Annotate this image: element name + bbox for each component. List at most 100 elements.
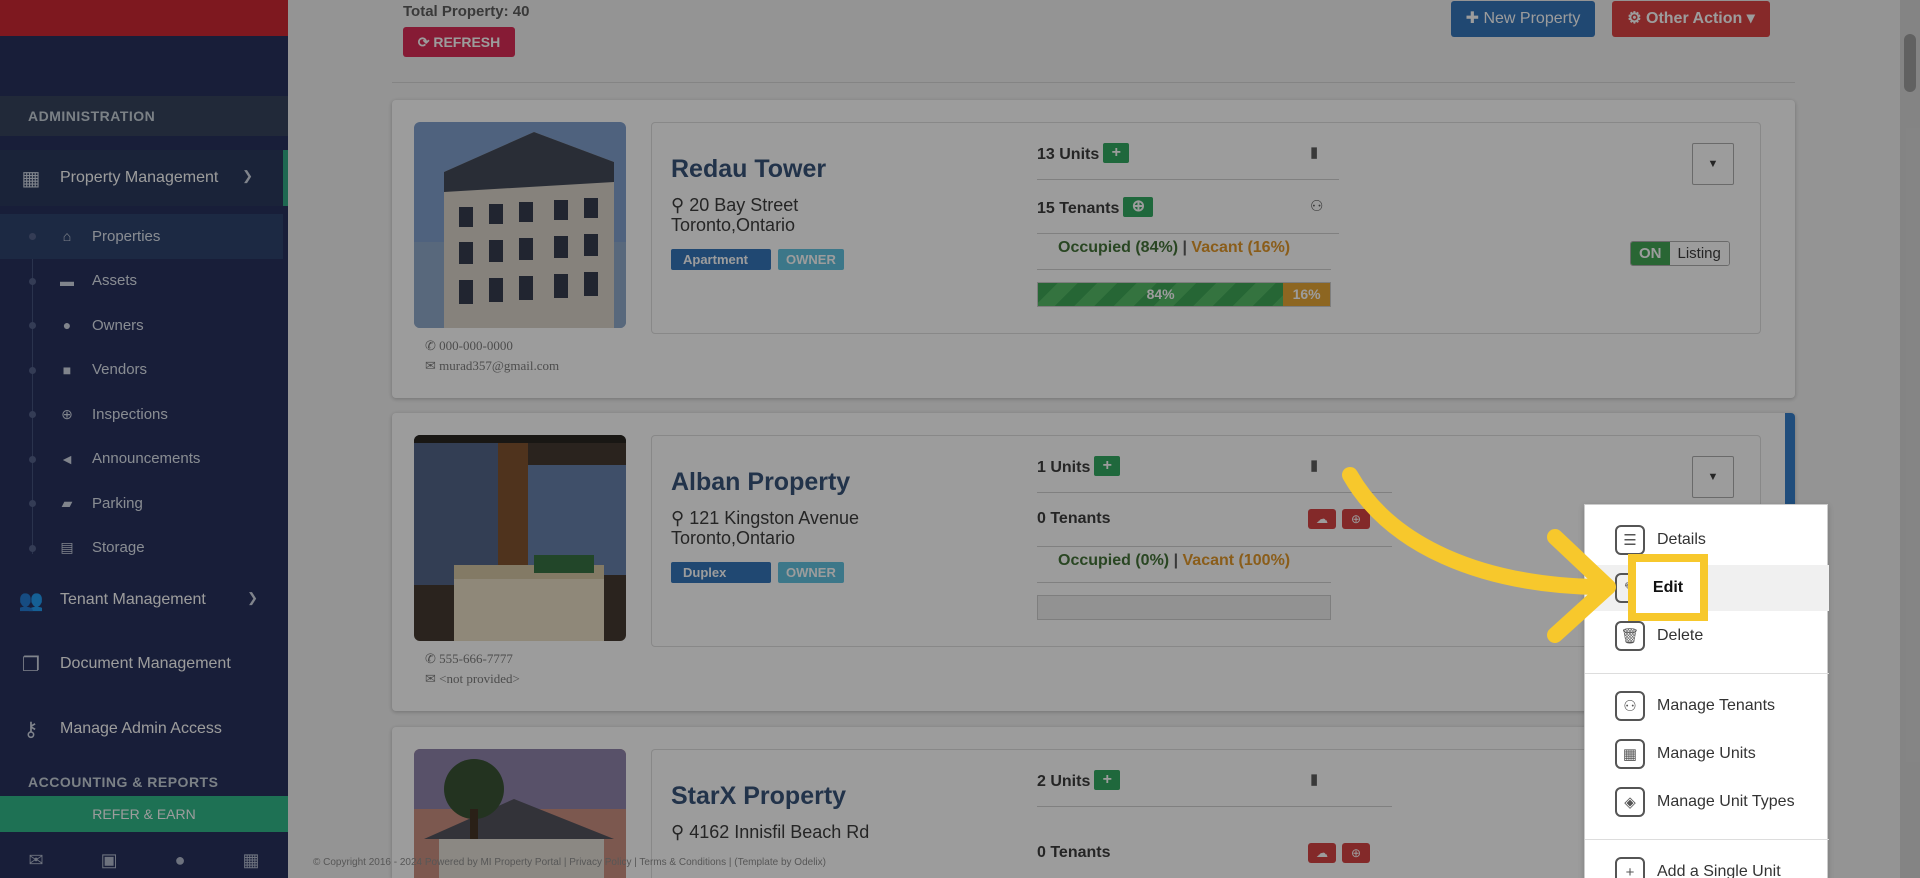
sidebar-item-assets[interactable]: ▬ Assets	[0, 259, 283, 304]
occupancy-text: Occupied (0%) | Vacant (100%)	[1058, 552, 1291, 569]
property-photo[interactable]	[414, 122, 626, 328]
units-count: 13 Units +	[1037, 143, 1130, 164]
add-unit-button[interactable]: +	[1094, 456, 1121, 476]
add-unit-button[interactable]: +	[1103, 143, 1130, 163]
edit-highlight[interactable]: Edit	[1628, 554, 1708, 621]
add-unit-button[interactable]: +	[1094, 770, 1121, 790]
nav-document-management-label: Document Management	[60, 655, 231, 672]
menu-item-add-single-unit[interactable]: + Add a Single Unit	[1585, 849, 1829, 878]
calculator-icon[interactable]: ▦	[242, 850, 259, 871]
units-count: 1 Units +	[1037, 456, 1121, 477]
chevron-down-icon: ❯	[242, 168, 253, 183]
menu-item-manage-tenants[interactable]: ⚇ Manage Tenants	[1585, 683, 1829, 729]
email: ✉ murad357@gmail.com	[425, 358, 560, 373]
nav-manage-admin-access[interactable]: ⚷ Manage Admin Access	[0, 701, 288, 757]
occupancy-text: Occupied (84%) | Vacant (16%)	[1058, 239, 1291, 256]
tenants-count: 15 Tenants ⊕	[1037, 197, 1154, 218]
sidebar-item-parking[interactable]: ▰ Parking	[0, 481, 283, 526]
caret-down-icon: ▾	[1742, 10, 1755, 27]
nav-tenant-management-label: Tenant Management	[60, 591, 206, 608]
property-actions-dropdown[interactable]: ▼	[1692, 456, 1734, 498]
accounting-heading: ACCOUNTING & REPORTS	[28, 774, 219, 790]
building-icon: ▮	[1310, 771, 1319, 788]
property-name[interactable]: StarX Property	[671, 782, 846, 811]
briefcase-icon[interactable]: ▣	[101, 850, 118, 871]
car-icon: ▰	[61, 494, 73, 511]
property-type-badge: Apartment	[671, 249, 771, 270]
nav-tenant-management[interactable]: 👥 Tenant Management ❯	[0, 572, 288, 628]
home-icon: ⌂	[62, 228, 72, 245]
user-icon: ●	[62, 317, 72, 334]
phone: ✆ 555-666-7777	[425, 651, 513, 666]
cube-icon: ◈	[1615, 787, 1645, 817]
user-icon[interactable]: ●	[175, 850, 186, 871]
sidebar-item-vendors[interactable]: ■ Vendors	[0, 348, 283, 393]
property-photo[interactable]	[414, 435, 626, 641]
sidebar-item-label: Properties	[92, 227, 161, 245]
map-marker-icon: ⚲	[671, 195, 690, 215]
caret-down-icon: ▼	[1707, 158, 1719, 170]
nav-manage-admin-access-label: Manage Admin Access	[60, 720, 222, 737]
refresh-icon: ⟳	[417, 34, 434, 50]
property-name[interactable]: Redau Tower	[671, 155, 826, 184]
add-tenant-button[interactable]: ⊕	[1123, 197, 1154, 217]
gear-icon: ⚙	[1627, 10, 1646, 27]
property-address: ⚲ 121 Kingston Avenue Toronto,Ontario	[671, 508, 860, 548]
footer: © Copyright 2016 - 2024 Powered by MI Pr…	[313, 857, 826, 868]
refer-earn-button[interactable]: REFER & EARN	[0, 796, 288, 832]
menu-item-manage-unit-types[interactable]: ◈ Manage Unit Types	[1585, 779, 1829, 825]
email: ✉ <not provided>	[425, 671, 520, 686]
refresh-label: REFRESH	[433, 34, 501, 50]
new-property-button[interactable]: ✚ New Property	[1451, 1, 1595, 37]
property-type-badge: Duplex	[671, 562, 771, 583]
menu-item-manage-units[interactable]: ▦ Manage Units	[1585, 731, 1829, 777]
building-icon: ▮	[1310, 457, 1319, 474]
property-address: ⚲ 20 Bay Street Toronto,Ontario	[671, 195, 799, 235]
sidebar-item-label: Parking	[92, 494, 143, 512]
plus-icon: ✚	[1465, 10, 1484, 27]
vacant-fill: 16%	[1283, 283, 1330, 306]
other-action-button[interactable]: ⚙ Other Action ▾	[1612, 1, 1770, 37]
units-count: 2 Units +	[1037, 770, 1121, 791]
archive-icon: ▬	[60, 272, 74, 289]
sidebar-item-properties[interactable]: ⌂ Properties	[0, 214, 283, 259]
envelope-icon[interactable]: ✉	[29, 850, 44, 871]
edit-label: Edit	[1652, 578, 1684, 596]
refresh-button[interactable]: ⟳ REFRESH	[403, 27, 515, 57]
upload-icon[interactable]: ☁	[1308, 843, 1336, 863]
envelope-icon: ✉	[425, 671, 440, 686]
property-actions-dropdown[interactable]: ▼	[1692, 143, 1734, 185]
property-name[interactable]: Alban Property	[671, 468, 850, 497]
sidebar-item-storage[interactable]: ▤ Storage	[0, 526, 283, 571]
users-icon: ⚇	[1615, 691, 1645, 721]
new-property-label: New Property	[1483, 10, 1581, 27]
key-icon: ⚷	[23, 718, 39, 741]
building-icon: ▦	[21, 167, 41, 190]
chevron-down-icon: ❯	[247, 590, 258, 605]
bullhorn-icon: ◄	[60, 450, 74, 467]
sidebar-bottom-icons: ✉ ▣ ● ▦	[0, 842, 288, 878]
owner-badge: OWNER	[778, 249, 844, 270]
nav-property-management[interactable]: ▦ Property Management ❯	[0, 150, 288, 206]
nav-document-management[interactable]: ❐ Document Management	[0, 636, 288, 692]
map-marker-icon: ⚲	[671, 822, 690, 842]
basket-icon: ▤	[60, 539, 74, 556]
other-action-label: Other Action	[1646, 10, 1743, 27]
sidebar-item-owners[interactable]: ● Owners	[0, 303, 283, 348]
admin-heading: ADMINISTRATION	[0, 96, 288, 136]
add-tenant-button[interactable]: ⊕	[1342, 843, 1370, 863]
scrollbar-thumb[interactable]	[1904, 34, 1916, 92]
property-tags: Duplex OWNER	[671, 562, 844, 583]
occupancy-bar	[1037, 595, 1331, 620]
envelope-icon: ✉	[425, 358, 440, 373]
occupancy-bar: 84% 16%	[1037, 282, 1331, 307]
scrollbar[interactable]	[1900, 0, 1920, 878]
phone-icon: ✆	[425, 651, 440, 666]
users-icon: 👥	[18, 589, 44, 612]
sidebar-item-label: Storage	[92, 539, 145, 557]
sidebar-item-inspections[interactable]: ⊕ Inspections	[0, 392, 283, 437]
sidebar-item-label: Inspections	[92, 405, 168, 423]
phone: ✆ 000-000-0000	[425, 338, 513, 353]
listing-toggle[interactable]: ON Listing	[1630, 241, 1730, 266]
sidebar-item-announcements[interactable]: ◄ Announcements	[0, 437, 283, 482]
